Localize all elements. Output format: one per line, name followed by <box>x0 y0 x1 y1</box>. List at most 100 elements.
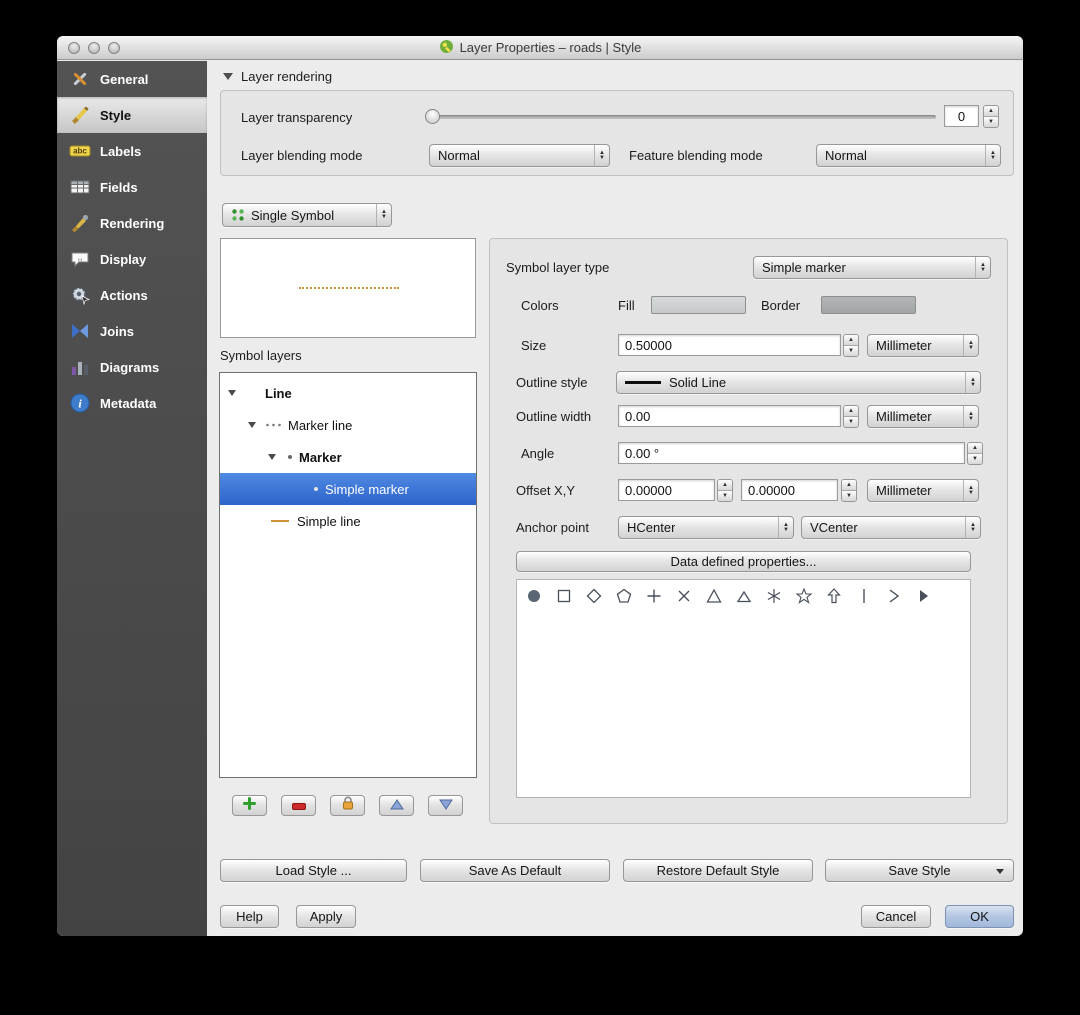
ok-button[interactable]: OK <box>945 905 1014 928</box>
size-input[interactable]: 0.50000 <box>618 334 841 356</box>
tree-row-simple-line[interactable]: Simple line <box>220 505 476 537</box>
angle-stepper[interactable]: ▲ ▼ <box>967 442 983 465</box>
offset-unit-select[interactable]: Millimeter ▲ ▼ <box>867 479 979 502</box>
layer-transparency-slider-thumb[interactable] <box>425 109 440 124</box>
labels-icon: abc <box>69 140 91 162</box>
shape-line-icon[interactable] <box>855 587 873 605</box>
layer-rendering-title: Layer rendering <box>241 69 333 84</box>
close-window-button[interactable] <box>68 42 80 54</box>
offset-y-value: 0.00000 <box>748 482 795 498</box>
sidebar-item-general[interactable]: General <box>57 61 207 97</box>
sidebar-item-style[interactable]: Style <box>57 97 207 133</box>
feature-blending-mode-select[interactable]: Normal ▲ ▼ <box>816 144 1001 167</box>
single-symbol-icon <box>231 208 245 222</box>
anchor-h-select[interactable]: HCenter ▲ ▼ <box>618 516 794 539</box>
angle-value: 0.00 ° <box>625 445 660 461</box>
zoom-window-button[interactable] <box>108 42 120 54</box>
shape-square-icon[interactable] <box>555 587 573 605</box>
help-label: Help <box>236 909 263 924</box>
shape-star-icon[interactable] <box>765 587 783 605</box>
tree-row-marker[interactable]: Marker <box>220 441 476 473</box>
offset-label: Offset X,Y <box>516 483 576 498</box>
anchor-v-select[interactable]: VCenter ▲ ▼ <box>801 516 981 539</box>
tree-row-marker-line[interactable]: Marker line <box>220 409 476 441</box>
layer-rendering-disclosure-icon[interactable] <box>223 73 233 80</box>
save-as-default-label: Save As Default <box>468 863 562 878</box>
data-defined-properties-label: Data defined properties... <box>670 554 817 569</box>
load-style-button[interactable]: Load Style ... <box>220 859 407 882</box>
marker-dot-icon <box>288 455 292 459</box>
save-style-button[interactable]: Save Style <box>825 859 1014 882</box>
move-up-button[interactable] <box>379 795 414 816</box>
svg-text:,,: ,, <box>77 252 82 262</box>
lock-icon <box>342 796 354 815</box>
joins-icon <box>69 320 91 342</box>
offset-y-stepper[interactable]: ▲ ▼ <box>841 479 857 502</box>
sidebar: General Style abc Labels Fields Renderin… <box>57 61 207 936</box>
angle-input[interactable]: 0.00 ° <box>618 442 965 464</box>
shape-arrowhead-icon[interactable] <box>885 587 903 605</box>
fill-color-swatch[interactable] <box>651 296 746 314</box>
cancel-button[interactable]: Cancel <box>861 905 931 928</box>
apply-label: Apply <box>309 909 343 924</box>
size-stepper[interactable]: ▲ ▼ <box>843 334 859 357</box>
sidebar-item-metadata[interactable]: i Metadata <box>57 385 207 421</box>
restore-default-style-button[interactable]: Restore Default Style <box>623 859 813 882</box>
shape-diamond-icon[interactable] <box>585 587 603 605</box>
outline-width-unit-select[interactable]: Millimeter ▲ ▼ <box>867 405 979 428</box>
offset-y-input[interactable]: 0.00000 <box>741 479 838 501</box>
tree-row-line[interactable]: Line <box>220 377 476 409</box>
sidebar-item-fields[interactable]: Fields <box>57 169 207 205</box>
sidebar-item-joins[interactable]: Joins <box>57 313 207 349</box>
shape-cross-icon[interactable] <box>645 587 663 605</box>
layer-transparency-stepper[interactable]: ▲ ▼ <box>983 105 999 128</box>
layer-transparency-value-field[interactable]: 0 <box>944 105 979 127</box>
sidebar-item-actions[interactable]: Actions <box>57 277 207 313</box>
offset-x-input[interactable]: 0.00000 <box>618 479 715 501</box>
move-down-button[interactable] <box>428 795 463 816</box>
shape-pentagon-icon[interactable] <box>615 587 633 605</box>
solid-line-sample-icon <box>625 381 661 384</box>
shape-regular-star-icon[interactable] <box>795 587 813 605</box>
shape-equilateral-triangle-icon[interactable] <box>735 587 753 605</box>
data-defined-properties-button[interactable]: Data defined properties... <box>516 551 971 572</box>
sidebar-item-labels[interactable]: abc Labels <box>57 133 207 169</box>
size-unit-select[interactable]: Millimeter ▲ ▼ <box>867 334 979 357</box>
diagrams-icon <box>69 356 91 378</box>
border-color-swatch[interactable] <box>821 296 916 314</box>
layer-blending-mode-select[interactable]: Normal ▲ ▼ <box>429 144 610 167</box>
help-button[interactable]: Help <box>220 905 279 928</box>
add-symbol-layer-button[interactable] <box>232 795 267 816</box>
layer-rendering-panel: Layer transparency 0 ▲ ▼ Layer blending m… <box>220 90 1014 176</box>
expander-icon[interactable] <box>228 390 236 396</box>
anchor-v-value: VCenter <box>810 520 858 535</box>
expander-icon[interactable] <box>248 422 256 428</box>
shape-filled-arrowhead-icon[interactable] <box>915 587 933 605</box>
save-as-default-button[interactable]: Save As Default <box>420 859 610 882</box>
layer-transparency-slider[interactable] <box>431 115 936 119</box>
sidebar-item-rendering[interactable]: Rendering <box>57 205 207 241</box>
angle-label: Angle <box>521 446 555 461</box>
metadata-icon: i <box>69 392 91 414</box>
shape-arrow-icon[interactable] <box>825 587 843 605</box>
shape-circle-icon[interactable] <box>525 587 543 605</box>
apply-button[interactable]: Apply <box>296 905 356 928</box>
renderer-select[interactable]: Single Symbol ▲ ▼ <box>222 203 392 227</box>
symbol-layer-type-select[interactable]: Simple marker ▲ ▼ <box>753 256 991 279</box>
remove-symbol-layer-button[interactable] <box>281 795 316 816</box>
tree-item-label: Simple marker <box>325 481 409 497</box>
outline-style-select[interactable]: Solid Line ▲ ▼ <box>616 371 981 394</box>
sidebar-item-display[interactable]: ,, Display <box>57 241 207 277</box>
outline-width-input[interactable]: 0.00 <box>618 405 841 427</box>
chevron-up-down-icon: ▲ ▼ <box>965 372 980 393</box>
display-icon: ,, <box>69 248 91 270</box>
shape-cross2-icon[interactable] <box>675 587 693 605</box>
sidebar-item-diagrams[interactable]: Diagrams <box>57 349 207 385</box>
offset-x-stepper[interactable]: ▲ ▼ <box>717 479 733 502</box>
outline-width-stepper[interactable]: ▲ ▼ <box>843 405 859 428</box>
shape-triangle-icon[interactable] <box>705 587 723 605</box>
lock-color-button[interactable] <box>330 795 365 816</box>
minimize-window-button[interactable] <box>88 42 100 54</box>
expander-icon[interactable] <box>268 454 276 460</box>
tree-row-simple-marker[interactable]: Simple marker <box>220 473 476 505</box>
